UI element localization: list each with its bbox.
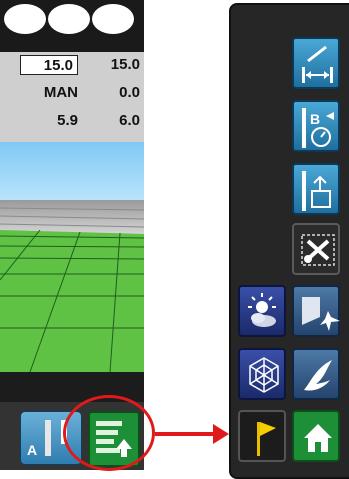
readout-value: 5.9 [57, 112, 78, 129]
coverage-map-button[interactable] [238, 348, 286, 400]
ab-line-label: A [27, 442, 38, 458]
status-indicator-3 [92, 4, 134, 34]
callout-arrow [155, 432, 215, 436]
svg-text:B: B [310, 111, 320, 127]
readout-value: 15.0 [110, 56, 140, 73]
status-indicator-2 [48, 4, 90, 34]
home-icon [304, 424, 332, 452]
ab-guidance-icon: B [302, 108, 334, 148]
readout-value: 0.0 [119, 84, 140, 101]
bird-view-button[interactable] [292, 348, 340, 400]
readout-mode: MAN [43, 84, 78, 101]
fly-to-icon [302, 297, 340, 331]
edit-width-button[interactable] [292, 37, 340, 89]
readout-panel: 15.0 15.0 MAN 0.0 5.9 6.0 [0, 52, 144, 143]
ab-guidance-button[interactable]: B [292, 100, 340, 152]
web-grid-icon [249, 357, 279, 393]
fly-to-button[interactable] [292, 285, 340, 337]
callout-arrow-head [213, 424, 229, 444]
sky-view [0, 142, 144, 200]
load-file-button[interactable] [292, 163, 340, 215]
tool-panel: B [229, 3, 349, 479]
load-file-icon [302, 171, 331, 211]
readout-value: 6.0 [119, 112, 140, 129]
weather-button[interactable] [238, 285, 286, 337]
status-indicator-1 [4, 4, 46, 34]
readout-row-2: MAN 0.0 [0, 83, 144, 103]
home-button[interactable] [292, 410, 340, 462]
flag-icon [257, 422, 276, 456]
weather-icon [248, 293, 276, 327]
flag-button[interactable] [238, 410, 286, 462]
readout-value[interactable]: 15.0 [20, 55, 78, 75]
readout-row-1: 15.0 15.0 [0, 55, 144, 75]
bird-icon [304, 360, 332, 391]
field-3d-view [0, 200, 144, 372]
callout-circle [63, 395, 155, 471]
settings-tools-icon [301, 234, 335, 266]
tools-settings-button[interactable] [292, 223, 340, 275]
edit-width-icon [302, 45, 333, 83]
readout-row-3: 5.9 6.0 [0, 111, 144, 131]
